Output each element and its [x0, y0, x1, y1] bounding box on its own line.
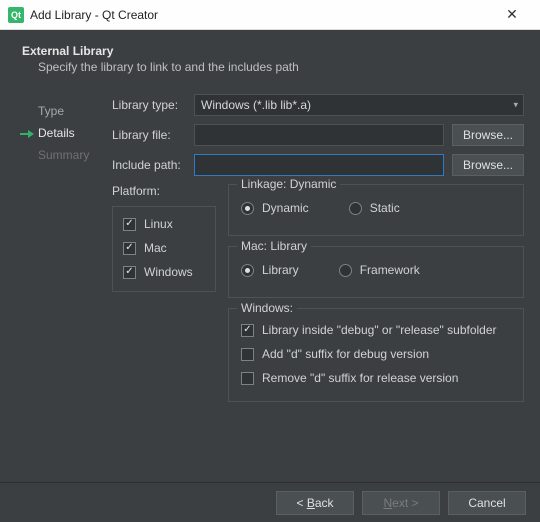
arrow-icon	[20, 128, 34, 138]
platform-mac-checkbox[interactable]: Mac	[123, 241, 205, 255]
win-add-d-checkbox[interactable]: Add "d" suffix for debug version	[241, 347, 511, 361]
win-subfolder-label: Library inside "debug" or "release" subf…	[262, 323, 497, 337]
mac-library-radio[interactable]: Library	[241, 263, 299, 277]
linkage-group: Linkage: Dynamic Dynamic Static	[228, 184, 524, 236]
platform-group: Linux Mac Windows	[112, 206, 216, 292]
step-summary: Summary	[16, 144, 112, 166]
win-add-d-label: Add "d" suffix for debug version	[262, 347, 429, 361]
linkage-static-radio[interactable]: Static	[349, 201, 400, 215]
checkbox-icon	[123, 218, 136, 231]
include-path-label: Include path:	[112, 158, 194, 172]
windows-group: Windows: Library inside "debug" or "rele…	[228, 308, 524, 402]
back-button[interactable]: < Back	[276, 491, 354, 515]
win-remove-d-label: Remove "d" suffix for release version	[262, 371, 458, 385]
linkage-dynamic-radio[interactable]: Dynamic	[241, 201, 309, 215]
checkbox-icon	[241, 324, 254, 337]
browse-library-file-button[interactable]: Browse...	[452, 124, 524, 146]
radio-icon	[349, 202, 362, 215]
page-subtitle: Specify the library to link to and the i…	[38, 60, 524, 74]
radio-icon	[241, 202, 254, 215]
close-icon[interactable]: ✕	[492, 0, 532, 30]
step-details-label: Details	[38, 126, 75, 140]
platform-label: Platform:	[112, 184, 216, 198]
window-title: Add Library - Qt Creator	[30, 8, 492, 22]
checkbox-icon	[123, 242, 136, 255]
linkage-static-label: Static	[370, 201, 400, 215]
dialog-footer: < Back Next > Cancel	[0, 482, 540, 522]
win-subfolder-checkbox[interactable]: Library inside "debug" or "release" subf…	[241, 323, 511, 337]
windows-group-title: Windows:	[237, 301, 297, 315]
library-file-label: Library file:	[112, 128, 194, 142]
checkbox-icon	[123, 266, 136, 279]
mac-library-title: Mac: Library	[237, 239, 311, 253]
step-summary-label: Summary	[38, 148, 89, 162]
mac-framework-radio[interactable]: Framework	[339, 263, 420, 277]
wizard-steps: Type Details Summary	[16, 94, 112, 412]
platform-windows-label: Windows	[144, 265, 193, 279]
checkbox-icon	[241, 348, 254, 361]
radio-icon	[241, 264, 254, 277]
mac-library-group: Mac: Library Library Framework	[228, 246, 524, 298]
platform-mac-label: Mac	[144, 241, 167, 255]
platform-linux-checkbox[interactable]: Linux	[123, 217, 205, 231]
linkage-title: Linkage: Dynamic	[237, 177, 340, 191]
next-button[interactable]: Next >	[362, 491, 440, 515]
library-file-input[interactable]	[194, 124, 444, 146]
form-area: Library type: ▾ Library file: Browse... …	[112, 94, 524, 412]
radio-icon	[339, 264, 352, 277]
include-path-input[interactable]	[194, 154, 444, 176]
step-type[interactable]: Type	[16, 100, 112, 122]
page-title: External Library	[22, 44, 524, 58]
step-type-label: Type	[38, 104, 64, 118]
platform-linux-label: Linux	[144, 217, 173, 231]
step-details[interactable]: Details	[16, 122, 112, 144]
titlebar: Qt Add Library - Qt Creator ✕	[0, 0, 540, 30]
library-type-combo[interactable]	[194, 94, 524, 116]
win-remove-d-checkbox[interactable]: Remove "d" suffix for release version	[241, 371, 511, 385]
mac-library-label: Library	[262, 263, 299, 277]
cancel-button[interactable]: Cancel	[448, 491, 526, 515]
mac-framework-label: Framework	[360, 263, 420, 277]
dialog-content: External Library Specify the library to …	[0, 30, 540, 482]
library-type-label: Library type:	[112, 98, 194, 112]
checkbox-icon	[241, 372, 254, 385]
platform-windows-checkbox[interactable]: Windows	[123, 265, 205, 279]
browse-include-path-button[interactable]: Browse...	[452, 154, 524, 176]
qt-creator-icon: Qt	[8, 7, 24, 23]
linkage-dynamic-label: Dynamic	[262, 201, 309, 215]
